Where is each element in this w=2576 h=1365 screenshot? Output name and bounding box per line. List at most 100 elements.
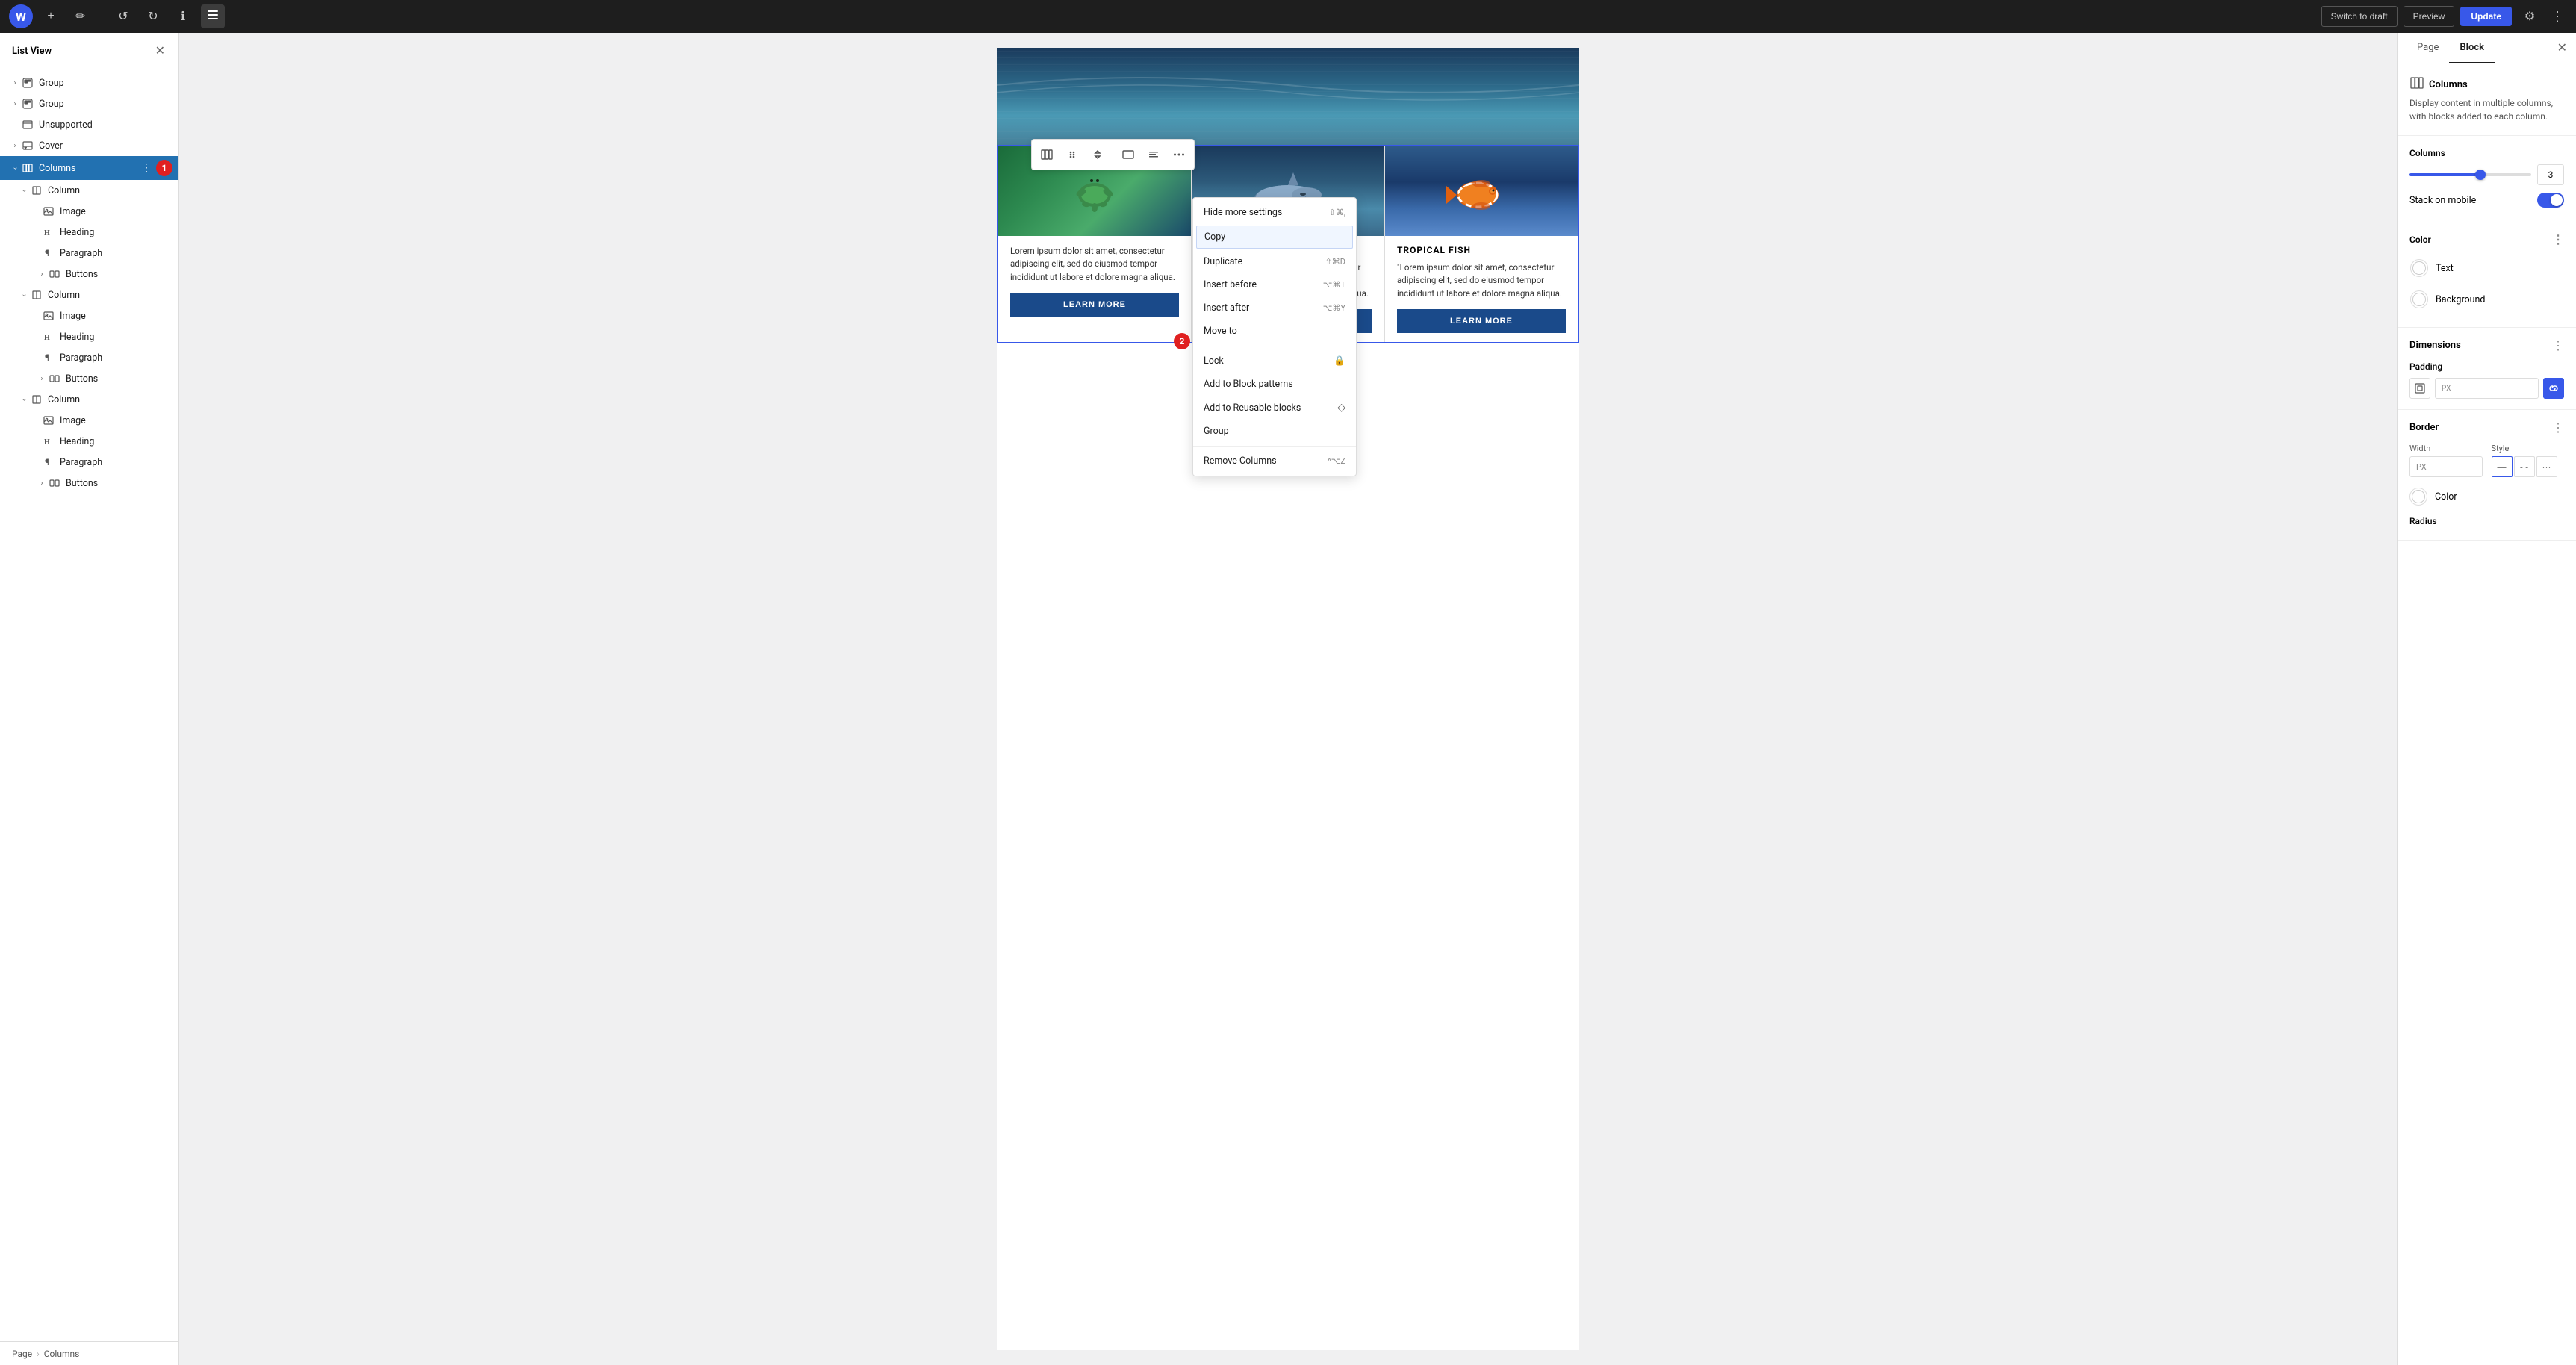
context-menu: Hide more settings ⇧⌘, Copy Duplicate ⇧⌘… (1192, 197, 1357, 476)
columns-slider-thumb[interactable] (2475, 170, 2486, 180)
tab-page[interactable]: Page (2407, 33, 2449, 63)
menu-shortcut-remove: ^⌥Z (1328, 456, 1345, 466)
border-style-field: Style — - - ··· (2492, 444, 2565, 477)
padding-link-button[interactable] (2543, 378, 2564, 399)
border-color-swatch[interactable] (2409, 488, 2427, 506)
text-align-button[interactable] (1142, 143, 1166, 167)
more-options-toolbar-button[interactable] (1167, 143, 1191, 167)
dimensions-section: Dimensions ⋮ Padding PX (2398, 328, 2576, 410)
settings-button[interactable]: ⚙ (2518, 4, 2542, 28)
tree-item-col2-buttons[interactable]: › Buttons (0, 368, 178, 389)
color-section-label: Color ⋮ (2409, 232, 2564, 246)
border-solid-button[interactable]: — (2492, 456, 2513, 477)
editor-canvas: Lorem ipsum dolor sit amet, consectetur … (997, 48, 1579, 1350)
redo-button[interactable]: ↻ (141, 4, 165, 28)
menu-item-duplicate[interactable]: Duplicate ⇧⌘D (1193, 250, 1356, 273)
tree-item-col3-image[interactable]: Image (0, 410, 178, 431)
tree-item-col1-paragraph[interactable]: ¶ Paragraph (0, 243, 178, 264)
menu-label-lock: Lock (1204, 355, 1224, 367)
preview-button[interactable]: Preview (2404, 6, 2455, 27)
close-panel-button[interactable]: ✕ (154, 42, 167, 60)
columns-slider-track[interactable] (2409, 173, 2531, 176)
menu-item-hide-settings[interactable]: Hide more settings ⇧⌘, (1193, 201, 1356, 224)
border-dashed-button[interactable]: - - (2514, 456, 2535, 477)
close-right-panel-button[interactable]: ✕ (2557, 40, 2567, 55)
color-dots-button[interactable]: ⋮ (2552, 232, 2564, 246)
dimensions-dots-button[interactable]: ⋮ (2552, 338, 2564, 352)
columns-view-button[interactable] (1035, 143, 1059, 167)
tree-item-cover[interactable]: › T Cover (0, 135, 178, 156)
bg-color-swatch[interactable] (2410, 290, 2428, 308)
border-width-input[interactable]: PX (2409, 456, 2483, 477)
tree-item-group2[interactable]: › Group (0, 93, 178, 114)
undo-button[interactable]: ↺ (111, 4, 135, 28)
tree-item-col3-buttons[interactable]: › Buttons (0, 473, 178, 494)
svg-text:¶: ¶ (45, 248, 49, 258)
bg-color-inner (2412, 293, 2426, 306)
padding-input[interactable]: PX (2435, 378, 2539, 399)
tree-item-col1[interactable]: › Column (0, 180, 178, 201)
menu-item-move-to[interactable]: Move to (1193, 320, 1356, 343)
menu-item-add-reusable[interactable]: Add to Reusable blocks ◇ (1193, 396, 1356, 420)
menu-item-insert-after[interactable]: Insert after ⌥⌘Y (1193, 296, 1356, 320)
tree-item-col3[interactable]: › Column (0, 389, 178, 410)
menu-label-hide-settings: Hide more settings (1204, 207, 1282, 218)
columns-count-section: Columns 3 Stack on mobile (2398, 136, 2576, 220)
text-color-row[interactable]: Text (2409, 252, 2564, 284)
stack-mobile-row: Stack on mobile (2409, 193, 2564, 208)
menu-item-group[interactable]: Group (1193, 420, 1356, 443)
tree-item-col1-heading[interactable]: H Heading (0, 222, 178, 243)
chevron-down-icon: › (11, 162, 19, 174)
menu-item-lock[interactable]: Lock 🔒 (1193, 349, 1356, 373)
border-color-row[interactable]: Color (2409, 483, 2564, 510)
menu-separator-2 (1193, 446, 1356, 447)
paragraph-icon: ¶ (42, 246, 55, 260)
text-color-swatch[interactable] (2410, 259, 2428, 277)
tree-item-col2-image[interactable]: Image (0, 305, 178, 326)
edit-button[interactable]: ✏ (69, 4, 93, 28)
panel-header: List View ✕ (0, 33, 178, 69)
undo-icon: ↺ (118, 9, 128, 24)
align-button[interactable] (1116, 143, 1140, 167)
add-block-button[interactable]: + (39, 4, 63, 28)
tree-item-col3-paragraph[interactable]: ¶ Paragraph (0, 452, 178, 473)
heading-icon: H (42, 226, 55, 239)
menu-item-insert-before[interactable]: Insert before ⌥⌘T (1193, 273, 1356, 296)
stack-mobile-toggle[interactable] (2537, 193, 2564, 208)
switch-to-draft-button[interactable]: Switch to draft (2321, 6, 2398, 27)
update-button[interactable]: Update (2460, 7, 2512, 26)
menu-item-remove-columns[interactable]: Remove Columns ^⌥Z (1193, 450, 1356, 473)
background-color-row[interactable]: Background (2409, 284, 2564, 315)
menu-item-add-block-patterns[interactable]: Add to Block patterns (1193, 373, 1356, 396)
block-options-button[interactable]: ⋮ (140, 162, 153, 174)
border-dotted-button[interactable]: ··· (2536, 456, 2557, 477)
breadcrumb-page[interactable]: Page (12, 1349, 32, 1359)
tree-item-col3-heading[interactable]: H Heading (0, 431, 178, 452)
tree-item-unsupported[interactable]: Unsupported (0, 114, 178, 135)
tree-item-columns[interactable]: › Columns ⋮ 1 (0, 156, 178, 180)
col1-learn-more-button[interactable]: LEARN MORE (1010, 293, 1179, 317)
tree-item-col1-image[interactable]: Image (0, 201, 178, 222)
more-options-button[interactable]: ⋮ (2548, 6, 2567, 28)
tree-item-col2[interactable]: › Column (0, 284, 178, 305)
heading-icon: H (42, 330, 55, 343)
canvas-area: Lorem ipsum dolor sit amet, consectetur … (179, 33, 2397, 1365)
info-button[interactable]: ℹ (171, 4, 195, 28)
menu-item-copy[interactable]: Copy (1196, 226, 1353, 249)
tree-item-group1[interactable]: › Group (0, 72, 178, 93)
drag-button[interactable] (1060, 143, 1084, 167)
tab-block[interactable]: Block (2449, 33, 2495, 63)
breadcrumb: Page › Columns (0, 1341, 178, 1365)
breadcrumb-columns[interactable]: Columns (44, 1349, 80, 1359)
list-view-button[interactable] (201, 4, 225, 28)
tree-item-col2-heading[interactable]: H Heading (0, 326, 178, 347)
col3-learn-more-button[interactable]: LEARN MORE (1397, 309, 1566, 333)
border-dots-button[interactable]: ⋮ (2552, 420, 2564, 435)
columns-value[interactable]: 3 (2537, 164, 2564, 185)
move-up-down-button[interactable] (1086, 143, 1110, 167)
image-icon (42, 309, 55, 323)
tree-item-col1-buttons[interactable]: › Buttons (0, 264, 178, 284)
topbar-right: Switch to draft Preview Update ⚙ ⋮ (2321, 4, 2567, 28)
tree-label-col3-heading: Heading (60, 436, 172, 447)
tree-item-col2-paragraph[interactable]: ¶ Paragraph (0, 347, 178, 368)
